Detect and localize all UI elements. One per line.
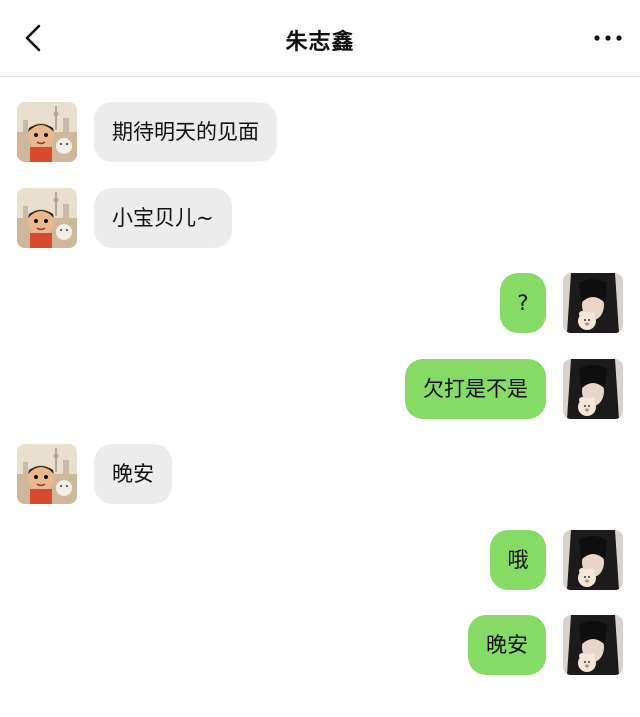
message-bubble-incoming[interactable]: 期待明天的见面: [94, 102, 277, 162]
message-bubble-outgoing[interactable]: 晚安: [468, 615, 546, 675]
message-bubble-outgoing[interactable]: ?: [500, 273, 546, 333]
message-row: 晚安: [0, 615, 640, 679]
user-avatar[interactable]: [563, 273, 623, 333]
message-row: 晚安: [0, 444, 640, 508]
contact-avatar[interactable]: [17, 188, 77, 248]
user-avatar[interactable]: [563, 530, 623, 590]
contact-avatar[interactable]: [17, 444, 77, 504]
message-row: ?: [0, 273, 640, 337]
more-button[interactable]: [590, 24, 626, 52]
message-list[interactable]: 期待明天的见面 小宝贝儿~ ? 欠打是不是 晚安 哦 晚安: [0, 77, 640, 717]
user-avatar[interactable]: [563, 359, 623, 419]
message-bubble-incoming[interactable]: 晚安: [94, 444, 172, 504]
contact-avatar[interactable]: [17, 102, 77, 162]
chat-header: 朱志鑫: [0, 0, 640, 77]
more-horizontal-icon: [594, 35, 622, 41]
message-row: 哦: [0, 530, 640, 594]
message-row: 小宝贝儿~: [0, 188, 640, 252]
message-bubble-incoming[interactable]: 小宝贝儿~: [94, 188, 232, 248]
chat-title: 朱志鑫: [285, 30, 355, 55]
user-avatar[interactable]: [563, 615, 623, 675]
message-row: 期待明天的见面: [0, 102, 640, 166]
message-bubble-outgoing[interactable]: 欠打是不是: [405, 359, 546, 419]
message-row: 欠打是不是: [0, 359, 640, 423]
message-bubble-outgoing[interactable]: 哦: [490, 530, 546, 590]
